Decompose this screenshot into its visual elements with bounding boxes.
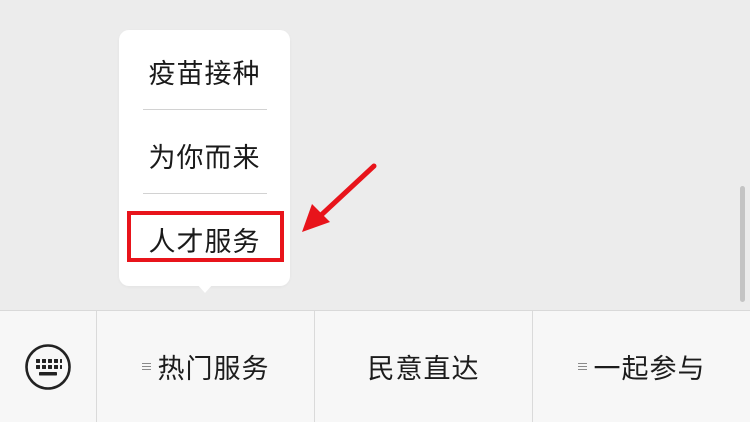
- keyboard-icon: [25, 343, 71, 390]
- menu-item-participate-together[interactable]: 一起参与: [532, 311, 750, 422]
- menu-item-label: 热门服务: [157, 354, 270, 385]
- submenu-caret: [197, 284, 213, 293]
- submenu-item-vaccination[interactable]: 疫苗接种: [119, 41, 290, 101]
- submenu-indicator-icon: [141, 361, 151, 372]
- submenu-item-talent-services[interactable]: 人才服务: [119, 209, 290, 269]
- keyboard-toggle-button[interactable]: [0, 311, 96, 422]
- submenu-item-for-you[interactable]: 为你而来: [119, 125, 290, 185]
- submenu-popup: 疫苗接种 为你而来 人才服务: [119, 30, 290, 286]
- menu-item-label: 民意直达: [367, 354, 480, 385]
- menu-item-hot-services[interactable]: 热门服务: [96, 311, 314, 422]
- submenu-indicator-icon: [577, 361, 587, 372]
- scrollbar-thumb[interactable]: [740, 186, 745, 302]
- menu-item-public-opinion[interactable]: 民意直达: [314, 311, 532, 422]
- chat-area: [0, 0, 750, 310]
- bottom-menu-bar: 热门服务 民意直达 一起参与: [0, 310, 750, 422]
- submenu-divider: [143, 193, 267, 194]
- submenu-divider: [143, 109, 267, 110]
- menu-item-label: 一起参与: [593, 354, 706, 385]
